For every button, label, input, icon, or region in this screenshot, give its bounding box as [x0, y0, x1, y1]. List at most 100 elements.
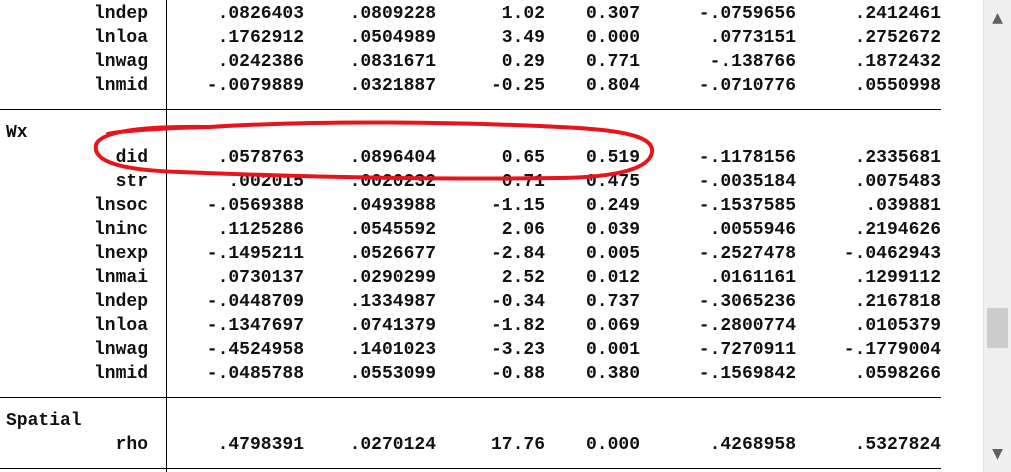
coef-value: .0242386 — [217, 52, 304, 72]
ci-upper-value: .0075483 — [854, 172, 941, 192]
p-value: 0.039 — [585, 220, 640, 240]
p-value: 0.519 — [585, 148, 640, 168]
table-row: lnmai .0730137 .0290299 2.52 0.012 .0161… — [0, 266, 983, 290]
p-value: 0.804 — [585, 76, 640, 96]
p-value: 0.475 — [585, 172, 640, 192]
std-err-value: .0504989 — [349, 28, 436, 48]
p-value: 0.737 — [585, 292, 640, 312]
coef-value: .002015 — [228, 172, 304, 192]
z-value: 2.52 — [501, 268, 545, 288]
coef-value: .0826403 — [217, 4, 304, 24]
z-value: 0.65 — [501, 148, 545, 168]
z-value: -1.15 — [490, 196, 545, 216]
std-err-value: .0290299 — [349, 268, 436, 288]
ci-lower-value: -.1537585 — [698, 196, 796, 216]
variable-name: str — [115, 172, 148, 192]
ci-upper-value: .2412461 — [854, 4, 941, 24]
z-value: 3.49 — [501, 28, 545, 48]
coef-value: -.1347697 — [206, 316, 304, 336]
scroll-down-icon[interactable]: ▼ — [984, 440, 1011, 468]
variable-name: lndep — [93, 292, 148, 312]
section-header-spatial: Spatial — [0, 409, 983, 433]
variable-name: lnsoc — [93, 196, 148, 216]
z-value: -0.88 — [490, 364, 545, 384]
variable-name: lnmai — [93, 268, 148, 288]
table-row: lndep .0826403 .0809228 1.02 0.307 -.075… — [0, 2, 983, 26]
p-value: 0.380 — [585, 364, 640, 384]
coef-value: -.0448709 — [206, 292, 304, 312]
z-value: 2.06 — [501, 220, 545, 240]
variable-name: lnexp — [93, 244, 148, 264]
ci-lower-value: -.7270911 — [698, 340, 796, 360]
p-value: 0.005 — [585, 244, 640, 264]
table-row: str .002015 .0020232 0.71 0.475 -.003518… — [0, 170, 983, 194]
ci-lower-value: .0055946 — [709, 220, 796, 240]
std-err-value: .0809228 — [349, 4, 436, 24]
ci-lower-value: .0773151 — [709, 28, 796, 48]
variable-name: lnwag — [93, 52, 148, 72]
table-row: lnmid -.0485788 .0553099 -0.88 0.380 -.1… — [0, 362, 983, 386]
p-value: 0.012 — [585, 268, 640, 288]
coef-value: .1762912 — [217, 28, 304, 48]
coef-value: -.4524958 — [206, 340, 304, 360]
vertical-scrollbar[interactable]: ▲ ▼ — [983, 0, 1011, 472]
std-err-value: .1334987 — [349, 292, 436, 312]
std-err-value: .0896404 — [349, 148, 436, 168]
p-value: 0.000 — [585, 28, 640, 48]
variable-name: lninc — [93, 220, 148, 240]
scroll-up-icon[interactable]: ▲ — [984, 4, 1011, 32]
std-err-value: .0741379 — [349, 316, 436, 336]
z-value: -3.23 — [490, 340, 545, 360]
section-separator — [0, 109, 941, 110]
std-err-value: .0831671 — [349, 52, 436, 72]
ci-lower-value: .4268958 — [709, 435, 796, 455]
section-label: Spatial — [6, 411, 82, 431]
ci-upper-value: .0598266 — [854, 364, 941, 384]
std-err-value: .0526677 — [349, 244, 436, 264]
p-value: 0.249 — [585, 196, 640, 216]
p-value: 0.000 — [585, 435, 640, 455]
table-row: lndep -.0448709 .1334987 -0.34 0.737 -.3… — [0, 290, 983, 314]
z-value: -2.84 — [490, 244, 545, 264]
coef-value: .1125286 — [217, 220, 304, 240]
section-separator — [0, 397, 941, 398]
section-header-wx: Wx — [0, 121, 983, 145]
table-row: lnmid -.0079889 .0321887 -0.25 0.804 -.0… — [0, 74, 983, 98]
variable-name: lnmid — [93, 364, 148, 384]
ci-upper-value: .5327824 — [854, 435, 941, 455]
std-err-value: .0270124 — [349, 435, 436, 455]
ci-upper-value: .2335681 — [854, 148, 941, 168]
std-err-value: .0321887 — [349, 76, 436, 96]
p-value: 0.069 — [585, 316, 640, 336]
variable-name: rho — [115, 435, 148, 455]
ci-upper-value: .1872432 — [854, 52, 941, 72]
section-label: Wx — [6, 123, 28, 143]
scrollbar-thumb[interactable] — [987, 308, 1008, 348]
ci-lower-value: -.1178156 — [698, 148, 796, 168]
z-value: 1.02 — [501, 4, 545, 24]
ci-lower-value: -.0710776 — [698, 76, 796, 96]
table-row: lnloa .1762912 .0504989 3.49 0.000 .0773… — [0, 26, 983, 50]
ci-upper-value: .0550998 — [854, 76, 941, 96]
table-row: lnsoc -.0569388 .0493988 -1.15 0.249 -.1… — [0, 194, 983, 218]
p-value: 0.771 — [585, 52, 640, 72]
ci-upper-value: .1299112 — [854, 268, 941, 288]
z-value: 0.29 — [501, 52, 545, 72]
coef-value: .4798391 — [217, 435, 304, 455]
variable-name: lnwag — [93, 340, 148, 360]
std-err-value: .1401023 — [349, 340, 436, 360]
ci-upper-value: .2752672 — [854, 28, 941, 48]
coef-value: .0578763 — [217, 148, 304, 168]
results-output-pane: lndep .0826403 .0809228 1.02 0.307 -.075… — [0, 0, 983, 472]
coef-value: -.1495211 — [206, 244, 304, 264]
table-bottom-border — [0, 468, 941, 469]
coef-value: -.0569388 — [206, 196, 304, 216]
z-value: -1.82 — [490, 316, 545, 336]
table-row: lnexp -.1495211 .0526677 -2.84 0.005 -.2… — [0, 242, 983, 266]
ci-lower-value: -.2527478 — [698, 244, 796, 264]
ci-upper-value: .2167818 — [854, 292, 941, 312]
table-row: rho .4798391 .0270124 17.76 0.000 .42689… — [0, 433, 983, 457]
ci-upper-value: .039881 — [865, 196, 941, 216]
variable-name: did — [115, 148, 148, 168]
p-value: 0.001 — [585, 340, 640, 360]
